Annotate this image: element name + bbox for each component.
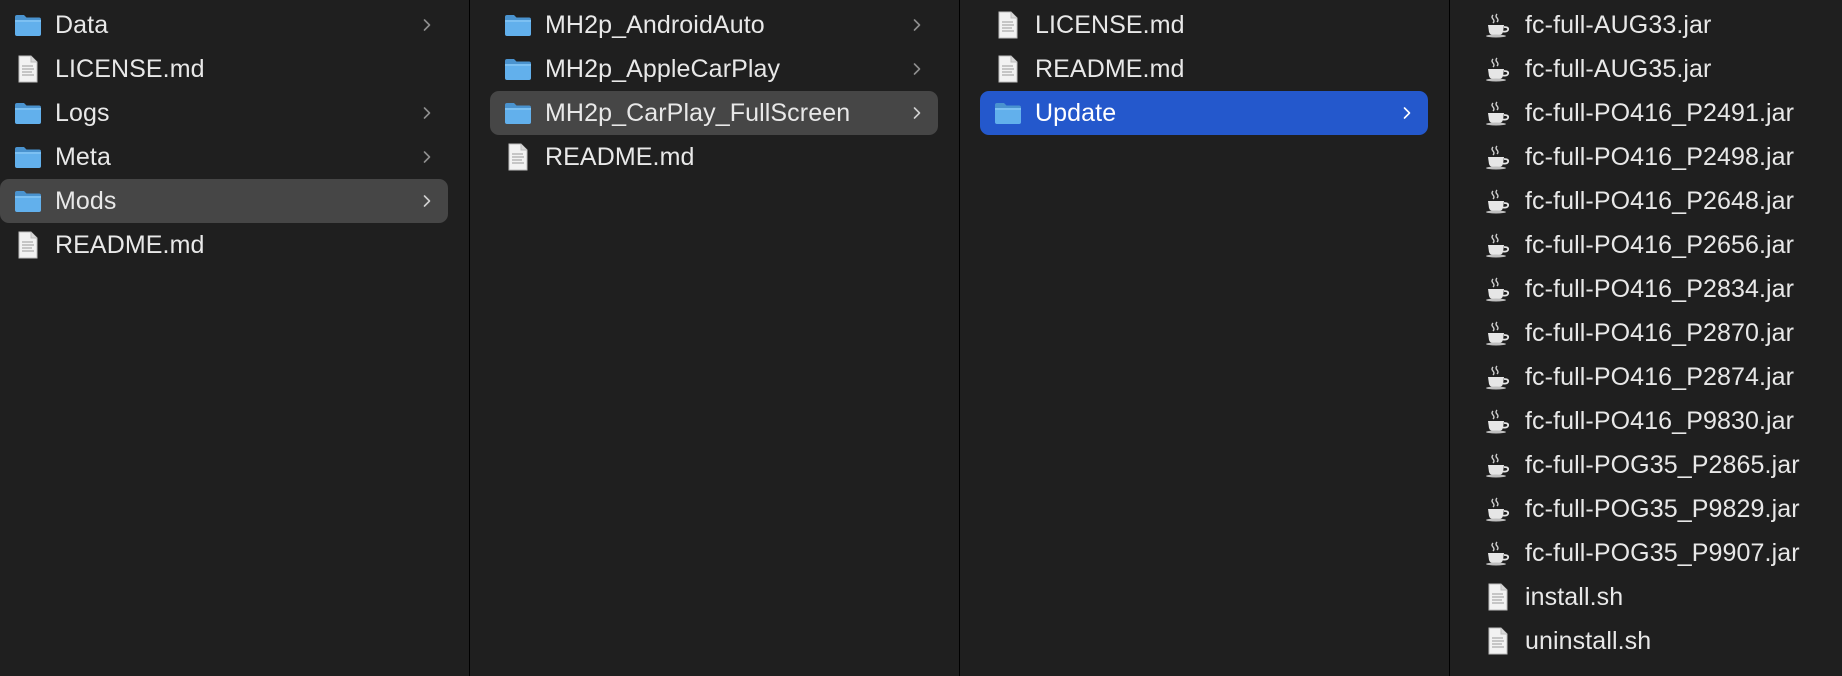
item-label: fc-full-AUG35.jar <box>1525 54 1712 83</box>
file-row[interactable]: LICENSE.md <box>980 3 1428 47</box>
folder-row[interactable]: Meta <box>0 135 448 179</box>
item-label: fc-full-PO416_P2491.jar <box>1525 98 1795 127</box>
document-icon <box>503 142 533 172</box>
java-jar-icon <box>1483 10 1513 40</box>
file-row[interactable]: fc-full-AUG33.jar <box>1470 3 1840 47</box>
file-row[interactable]: install.sh <box>1470 575 1840 619</box>
file-row[interactable]: fc-full-PO416_P2870.jar <box>1470 311 1840 355</box>
file-row[interactable]: fc-full-PO416_P2834.jar <box>1470 267 1840 311</box>
item-label: LICENSE.md <box>1035 10 1185 39</box>
item-label: README.md <box>55 230 205 259</box>
column-3[interactable]: LICENSE.md README.md Update <box>960 0 1450 676</box>
folder-row[interactable]: MH2p_CarPlay_FullScreen <box>490 91 938 135</box>
folder-icon <box>993 98 1023 128</box>
folder-icon <box>13 98 43 128</box>
item-label: README.md <box>545 142 695 171</box>
folder-icon <box>13 186 43 216</box>
file-row[interactable]: fc-full-AUG35.jar <box>1470 47 1840 91</box>
document-icon <box>13 230 43 260</box>
item-label: Data <box>55 10 109 39</box>
item-label: fc-full-PO416_P9830.jar <box>1525 406 1795 435</box>
java-jar-icon <box>1483 450 1513 480</box>
file-row[interactable]: README.md <box>0 223 448 267</box>
chevron-right-icon <box>1400 106 1414 120</box>
file-row[interactable]: fc-full-PO416_P9830.jar <box>1470 399 1840 443</box>
item-label: fc-full-PO416_P2870.jar <box>1525 318 1795 347</box>
item-label: README.md <box>1035 54 1185 83</box>
java-jar-icon <box>1483 142 1513 172</box>
java-jar-icon <box>1483 362 1513 392</box>
item-label: Meta <box>55 142 111 171</box>
java-jar-icon <box>1483 230 1513 260</box>
folder-icon <box>503 54 533 84</box>
item-label: Mods <box>55 186 117 215</box>
file-row[interactable]: fc-full-POG35_P2865.jar <box>1470 443 1840 487</box>
document-icon <box>993 54 1023 84</box>
item-label: Update <box>1035 98 1117 127</box>
chevron-right-icon <box>420 150 434 164</box>
item-label: MH2p_AndroidAuto <box>545 10 765 39</box>
document-icon <box>993 10 1023 40</box>
file-row[interactable]: fc-full-PO416_P2648.jar <box>1470 179 1840 223</box>
file-row[interactable]: fc-full-PO416_P2656.jar <box>1470 223 1840 267</box>
item-label: fc-full-POG35_P9907.jar <box>1525 538 1800 567</box>
file-row[interactable]: fc-full-PO416_P2874.jar <box>1470 355 1840 399</box>
folder-icon <box>503 98 533 128</box>
folder-row[interactable]: Mods <box>0 179 448 223</box>
folder-row[interactable]: Data <box>0 3 448 47</box>
document-icon <box>1483 626 1513 656</box>
item-label: uninstall.sh <box>1525 626 1652 655</box>
folder-row[interactable]: Logs <box>0 91 448 135</box>
java-jar-icon <box>1483 318 1513 348</box>
item-label: fc-full-PO416_P2648.jar <box>1525 186 1795 215</box>
item-label: MH2p_AppleCarPlay <box>545 54 781 83</box>
document-icon <box>13 54 43 84</box>
file-row[interactable]: README.md <box>980 47 1428 91</box>
folder-icon <box>503 10 533 40</box>
chevron-right-icon <box>910 62 924 76</box>
file-row[interactable]: fc-full-PO416_P2491.jar <box>1470 91 1840 135</box>
file-row[interactable]: fc-full-PO416_P2498.jar <box>1470 135 1840 179</box>
item-label: Logs <box>55 98 110 127</box>
document-icon <box>1483 582 1513 612</box>
java-jar-icon <box>1483 54 1513 84</box>
folder-row[interactable]: MH2p_AppleCarPlay <box>490 47 938 91</box>
file-row[interactable]: uninstall.sh <box>1470 619 1840 663</box>
column-4[interactable]: fc-full-AUG33.jar fc-full-AUG35.jar fc-ful… <box>1450 0 1842 676</box>
java-jar-icon <box>1483 406 1513 436</box>
chevron-right-icon <box>910 106 924 120</box>
item-label: fc-full-PO416_P2498.jar <box>1525 142 1795 171</box>
chevron-right-icon <box>910 18 924 32</box>
item-label: fc-full-POG35_P9829.jar <box>1525 494 1800 523</box>
file-row[interactable]: fc-full-POG35_P9829.jar <box>1470 487 1840 531</box>
folder-row[interactable]: MH2p_AndroidAuto <box>490 3 938 47</box>
folder-row[interactable]: Update <box>980 91 1428 135</box>
file-row[interactable]: fc-full-POG35_P9907.jar <box>1470 531 1840 575</box>
folder-icon <box>13 10 43 40</box>
java-jar-icon <box>1483 494 1513 524</box>
chevron-right-icon <box>420 18 434 32</box>
item-label: fc-full-PO416_P2874.jar <box>1525 362 1795 391</box>
item-label: LICENSE.md <box>55 54 205 83</box>
java-jar-icon <box>1483 186 1513 216</box>
file-row[interactable]: README.md <box>490 135 938 179</box>
item-label: fc-full-POG35_P2865.jar <box>1525 450 1800 479</box>
folder-icon <box>13 142 43 172</box>
item-label: fc-full-PO416_P2834.jar <box>1525 274 1795 303</box>
java-jar-icon <box>1483 274 1513 304</box>
java-jar-icon <box>1483 98 1513 128</box>
item-label: MH2p_CarPlay_FullScreen <box>545 98 851 127</box>
item-label: install.sh <box>1525 582 1624 611</box>
chevron-right-icon <box>420 106 434 120</box>
java-jar-icon <box>1483 538 1513 568</box>
column-2[interactable]: MH2p_AndroidAuto MH2p_AppleCarPlay MH2p_Ca… <box>470 0 960 676</box>
item-label: fc-full-AUG33.jar <box>1525 10 1712 39</box>
column-1[interactable]: Data LICENSE.md Logs Meta Mods README.md <box>0 0 470 676</box>
chevron-right-icon <box>420 194 434 208</box>
finder-column-browser: Data LICENSE.md Logs Meta Mods README.md MH2p… <box>0 0 1842 676</box>
item-label: fc-full-PO416_P2656.jar <box>1525 230 1795 259</box>
file-row[interactable]: LICENSE.md <box>0 47 448 91</box>
